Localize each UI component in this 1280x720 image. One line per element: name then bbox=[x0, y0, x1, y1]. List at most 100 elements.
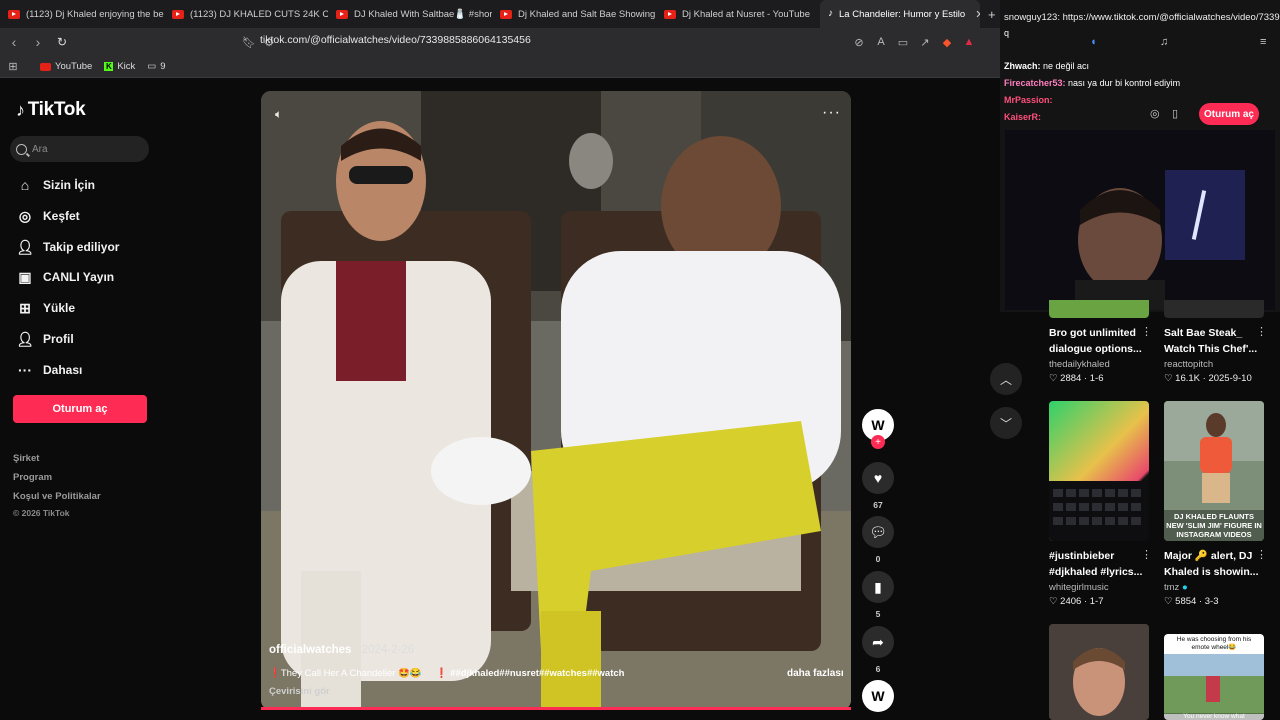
bookmark-kick[interactable]: K Kick bbox=[104, 61, 135, 72]
save-count: 5 bbox=[875, 609, 881, 619]
login-button-top[interactable]: Oturum aç bbox=[1199, 103, 1259, 125]
webcam-feed bbox=[1005, 130, 1275, 310]
comment-count: 0 bbox=[875, 554, 881, 564]
video-caption: ❗They Call Her A Chandelier 🤩😂 ❗ ##djkhal… bbox=[269, 668, 625, 679]
tiktok-logo-icon: ♪ bbox=[16, 99, 25, 120]
rec-video-stats: ♡ 2406 · 1-7 bbox=[1049, 596, 1104, 607]
comment-button[interactable]: 💬︎ bbox=[862, 516, 894, 548]
video-progress-bar[interactable] bbox=[261, 707, 851, 710]
rec-video-stats: ♡ 16.1K · 2025-9-10 bbox=[1164, 373, 1252, 384]
rec-video-user[interactable]: thedailykhaled bbox=[1049, 359, 1110, 370]
sound-avatar[interactable]: W bbox=[862, 680, 894, 712]
chevron-down-icon: ﹀ bbox=[999, 416, 1012, 431]
bookmark-youtube[interactable]: YouTube bbox=[40, 61, 92, 72]
rec-video-title[interactable]: Bro got unlimited dialogue options... bbox=[1049, 325, 1155, 357]
phone-icon[interactable]: ▯ bbox=[1172, 107, 1178, 120]
tiktok-icon: ♪ bbox=[828, 8, 833, 19]
sidebar-item-profile[interactable]: 👤︎ Profil bbox=[16, 330, 74, 348]
brave-shield-icon[interactable]: ◆ bbox=[940, 35, 954, 49]
video-hashtags[interactable]: ❗ ##djkhaled##nusret##watches##watch bbox=[436, 668, 625, 679]
video-author[interactable]: officialwatches · 2024-2-26 bbox=[269, 644, 414, 656]
tiktok-logo[interactable]: ♪ TikTok bbox=[16, 99, 86, 121]
no-tracking-icon[interactable]: ⊘ bbox=[852, 35, 866, 49]
kebab-menu-icon[interactable]: ⋮ bbox=[1256, 548, 1267, 561]
heart-outline-icon: ♡ bbox=[1164, 373, 1176, 384]
thumbnail-caption: DJ KHALED FLAUNTS NEW 'SLIM JIM' FIGURE … bbox=[1164, 510, 1264, 541]
rec-video-user[interactable]: whitegirlmusic bbox=[1049, 582, 1109, 593]
sidebar-item-explore[interactable]: ◎ Keşfet bbox=[16, 207, 80, 225]
sidebar-item-foryou[interactable]: ⌂ Sizin İçin bbox=[16, 176, 95, 194]
heart-outline-icon: ♡ bbox=[1049, 373, 1061, 384]
login-button[interactable]: Oturum aç bbox=[13, 395, 147, 423]
brave-rewards-icon[interactable]: ▲ bbox=[962, 35, 976, 49]
bookmark-icon[interactable]: 🔖︎ bbox=[242, 35, 256, 49]
url-text[interactable]: tiktok.com/@officialwatches/video/733988… bbox=[260, 34, 531, 46]
sidebar-item-live[interactable]: ▣ CANLI Yayın bbox=[16, 268, 114, 286]
footer-company-link[interactable]: Şirket bbox=[13, 453, 39, 464]
browser-tab-1[interactable]: (1123) Dj Khaled enjoying the beauti bbox=[0, 0, 164, 28]
menu-icon[interactable]: ≡ bbox=[1260, 36, 1266, 48]
kebab-menu-icon[interactable]: ⋮ bbox=[1141, 325, 1152, 338]
rec-video-title[interactable]: #justinbieber #djkhaled #lyrics... bbox=[1049, 548, 1155, 580]
rec-video-user[interactable]: reacttopitch bbox=[1164, 359, 1213, 370]
apps-grid-icon[interactable]: ⊞ bbox=[6, 60, 20, 74]
volume-icon[interactable]: 🔈︎ bbox=[275, 107, 282, 122]
screen-icon[interactable]: ▭ bbox=[896, 35, 910, 49]
audio-icon[interactable]: ◖ bbox=[1090, 36, 1097, 48]
share-icon[interactable]: ↗ bbox=[918, 35, 932, 49]
video-thumbnail[interactable] bbox=[1049, 300, 1149, 318]
heart-outline-icon: ♡ bbox=[1164, 596, 1176, 607]
chat-message: KaiserR: bbox=[1004, 112, 1042, 122]
kebab-menu-icon[interactable]: ⋮ bbox=[1256, 325, 1267, 338]
more-link[interactable]: daha fazlası bbox=[787, 668, 844, 679]
video-player[interactable] bbox=[261, 91, 851, 710]
rec-video-stats: ♡ 5854 · 3-3 bbox=[1164, 596, 1219, 607]
kebab-menu-icon[interactable]: ⋮ bbox=[1141, 548, 1152, 561]
music-icon[interactable]: ♫ bbox=[1160, 36, 1168, 48]
share-button[interactable]: ➦ bbox=[862, 626, 894, 658]
translate-link[interactable]: Çevirisini gör bbox=[269, 686, 330, 697]
follow-plus-icon[interactable]: + bbox=[871, 435, 885, 449]
browser-tab-2[interactable]: (1123) DJ KHALED CUTS 24K CARAT bbox=[164, 0, 328, 28]
folder-icon: ▭ bbox=[147, 61, 157, 72]
rec-video-user[interactable]: tmz ● bbox=[1164, 582, 1188, 593]
like-button[interactable]: ♥ bbox=[862, 462, 894, 494]
browser-tab-4[interactable]: Dj Khaled and Salt Bae Showing Off bbox=[492, 0, 656, 28]
video-thumbnail[interactable] bbox=[1164, 300, 1264, 318]
rec-video-title[interactable]: Salt Bae Steak_ Watch This Chef'... bbox=[1164, 325, 1270, 357]
translate-icon[interactable]: A bbox=[874, 35, 888, 49]
chat-message: MrPassion: bbox=[1004, 95, 1053, 105]
profile-icon: 👤︎ bbox=[16, 330, 34, 347]
bookmark-folder[interactable]: ▭ 9 bbox=[147, 61, 165, 72]
previous-video-button[interactable]: ︿ bbox=[990, 363, 1022, 395]
sidebar-item-more[interactable]: ··· Dahası bbox=[16, 361, 82, 379]
back-icon[interactable]: ‹ bbox=[4, 32, 24, 52]
footer-terms-link[interactable]: Koşul ve Politikalar bbox=[13, 491, 101, 502]
next-video-button[interactable]: ﹀ bbox=[990, 407, 1022, 439]
new-tab-button[interactable]: + bbox=[980, 0, 1000, 28]
heart-outline-icon: ♡ bbox=[1049, 596, 1061, 607]
rec-video-title[interactable]: Major 🔑 alert, DJ Khaled is showin... bbox=[1164, 548, 1270, 580]
browser-tab-3[interactable]: DJ Khaled With Saltbae🧂 #shorts # bbox=[328, 0, 492, 28]
upload-icon: ⊞ bbox=[19, 299, 31, 316]
compass-icon[interactable]: ◎ bbox=[1150, 107, 1160, 120]
browser-tab-6[interactable]: ♪ La Chandelier: Humor y Estilo ✕ bbox=[820, 0, 980, 28]
video-thumbnail[interactable]: He was choosing from his emote wheel😂 Yo… bbox=[1164, 634, 1264, 720]
video-more-options-icon[interactable]: ··· bbox=[822, 104, 841, 122]
sidebar-item-following[interactable]: 👤︎ Takip ediliyor bbox=[16, 238, 119, 256]
sidebar-item-upload[interactable]: ⊞ Yükle bbox=[16, 299, 75, 317]
browser-tab-5[interactable]: Dj Khaled at Nusret - YouTube bbox=[656, 0, 820, 28]
search-input[interactable]: Ara bbox=[10, 136, 149, 162]
forward-icon[interactable]: › bbox=[28, 32, 48, 52]
video-thumbnail[interactable] bbox=[1049, 401, 1149, 541]
video-thumbnail[interactable] bbox=[1049, 624, 1149, 720]
share-arrow-icon: ➦ bbox=[872, 633, 884, 650]
save-button[interactable]: ▮ bbox=[862, 571, 894, 603]
video-thumbnail[interactable]: DJ KHALED FLAUNTS NEW 'SLIM JIM' FIGURE … bbox=[1164, 401, 1264, 541]
verified-badge-icon: ● bbox=[1181, 582, 1188, 593]
copyright: © 2026 TikTok bbox=[13, 508, 70, 518]
reload-icon[interactable]: ↻ bbox=[52, 32, 72, 52]
compass-icon: ◎ bbox=[18, 207, 32, 224]
youtube-icon bbox=[40, 62, 51, 71]
footer-program-link[interactable]: Program bbox=[13, 472, 52, 483]
